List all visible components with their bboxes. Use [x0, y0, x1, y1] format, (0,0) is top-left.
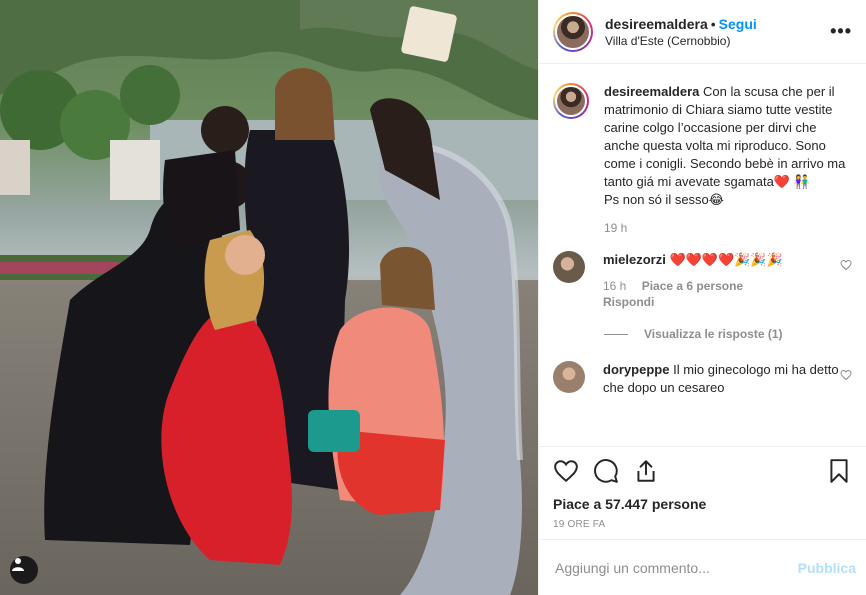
view-replies-button[interactable]: Visualizza le risposte (1) — [604, 327, 852, 341]
post-header: desireemaldera • Segui Villa d'Este (Cerno… — [539, 0, 866, 64]
post-details-panel: desireemaldera • Segui Villa d'Este (Cerno… — [538, 0, 866, 595]
comment-username[interactable]: mielezorzi — [603, 252, 666, 267]
comment-icon[interactable] — [593, 458, 619, 484]
publish-button[interactable]: Pubblica — [798, 560, 856, 576]
photo-illustration — [0, 0, 538, 595]
share-icon[interactable] — [633, 458, 659, 484]
follow-button[interactable]: Segui — [719, 16, 757, 32]
caption-time[interactable]: 19 h — [604, 221, 627, 235]
comment-item: mielezorzi ❤️❤️❤️❤️🎉🎉🎉 16 h Piace a 6 pe… — [553, 251, 852, 309]
comment-username[interactable]: dorypeppe — [603, 362, 669, 377]
post-timestamp[interactable]: 19 ORE FA — [553, 519, 852, 530]
heart-icon[interactable] — [840, 259, 852, 271]
likes-count[interactable]: Piace a 57.447 persone — [553, 495, 852, 513]
avatar[interactable] — [553, 361, 585, 393]
comment-item: dorypeppe Il mio ginecologo mi ha detto … — [553, 361, 852, 397]
replies-divider — [604, 333, 628, 335]
avatar[interactable] — [553, 11, 593, 52]
more-options-icon[interactable]: ••• — [830, 21, 852, 42]
view-replies-label: Visualizza le risposte (1) — [644, 327, 783, 341]
comment-text: ❤️❤️❤️❤️🎉🎉🎉 — [669, 252, 783, 267]
reply-button[interactable]: Rispondi — [603, 295, 654, 309]
user-tag-icon[interactable] — [10, 556, 38, 584]
comment-time[interactable]: 16 h — [603, 279, 626, 293]
location-link[interactable]: Villa d'Este (Cernobbio) — [605, 33, 830, 49]
heart-icon[interactable] — [553, 458, 579, 484]
add-comment-bar: Pubblica — [539, 539, 866, 595]
bookmark-icon[interactable] — [826, 458, 852, 484]
separator-dot: • — [710, 15, 716, 32]
comment-likes[interactable]: Piace a 6 persone — [642, 279, 743, 293]
comments-list[interactable]: desireemaldera Con la scusa che per il m… — [539, 65, 866, 446]
post-photo[interactable] — [0, 0, 538, 595]
caption-username[interactable]: desireemaldera — [604, 84, 699, 99]
avatar[interactable] — [553, 251, 585, 283]
heart-icon[interactable] — [840, 369, 852, 381]
instagram-post-modal: desireemaldera • Segui Villa d'Este (Cerno… — [0, 0, 866, 595]
post-actions: Piace a 57.447 persone 19 ORE FA — [539, 446, 866, 530]
caption-text: Con la scusa che per il matrimonio di Ch… — [604, 84, 846, 207]
username-link[interactable]: desireemaldera — [605, 16, 708, 32]
avatar[interactable] — [553, 83, 589, 119]
caption: desireemaldera Con la scusa che per il m… — [553, 83, 852, 235]
comment-input[interactable] — [555, 559, 798, 576]
